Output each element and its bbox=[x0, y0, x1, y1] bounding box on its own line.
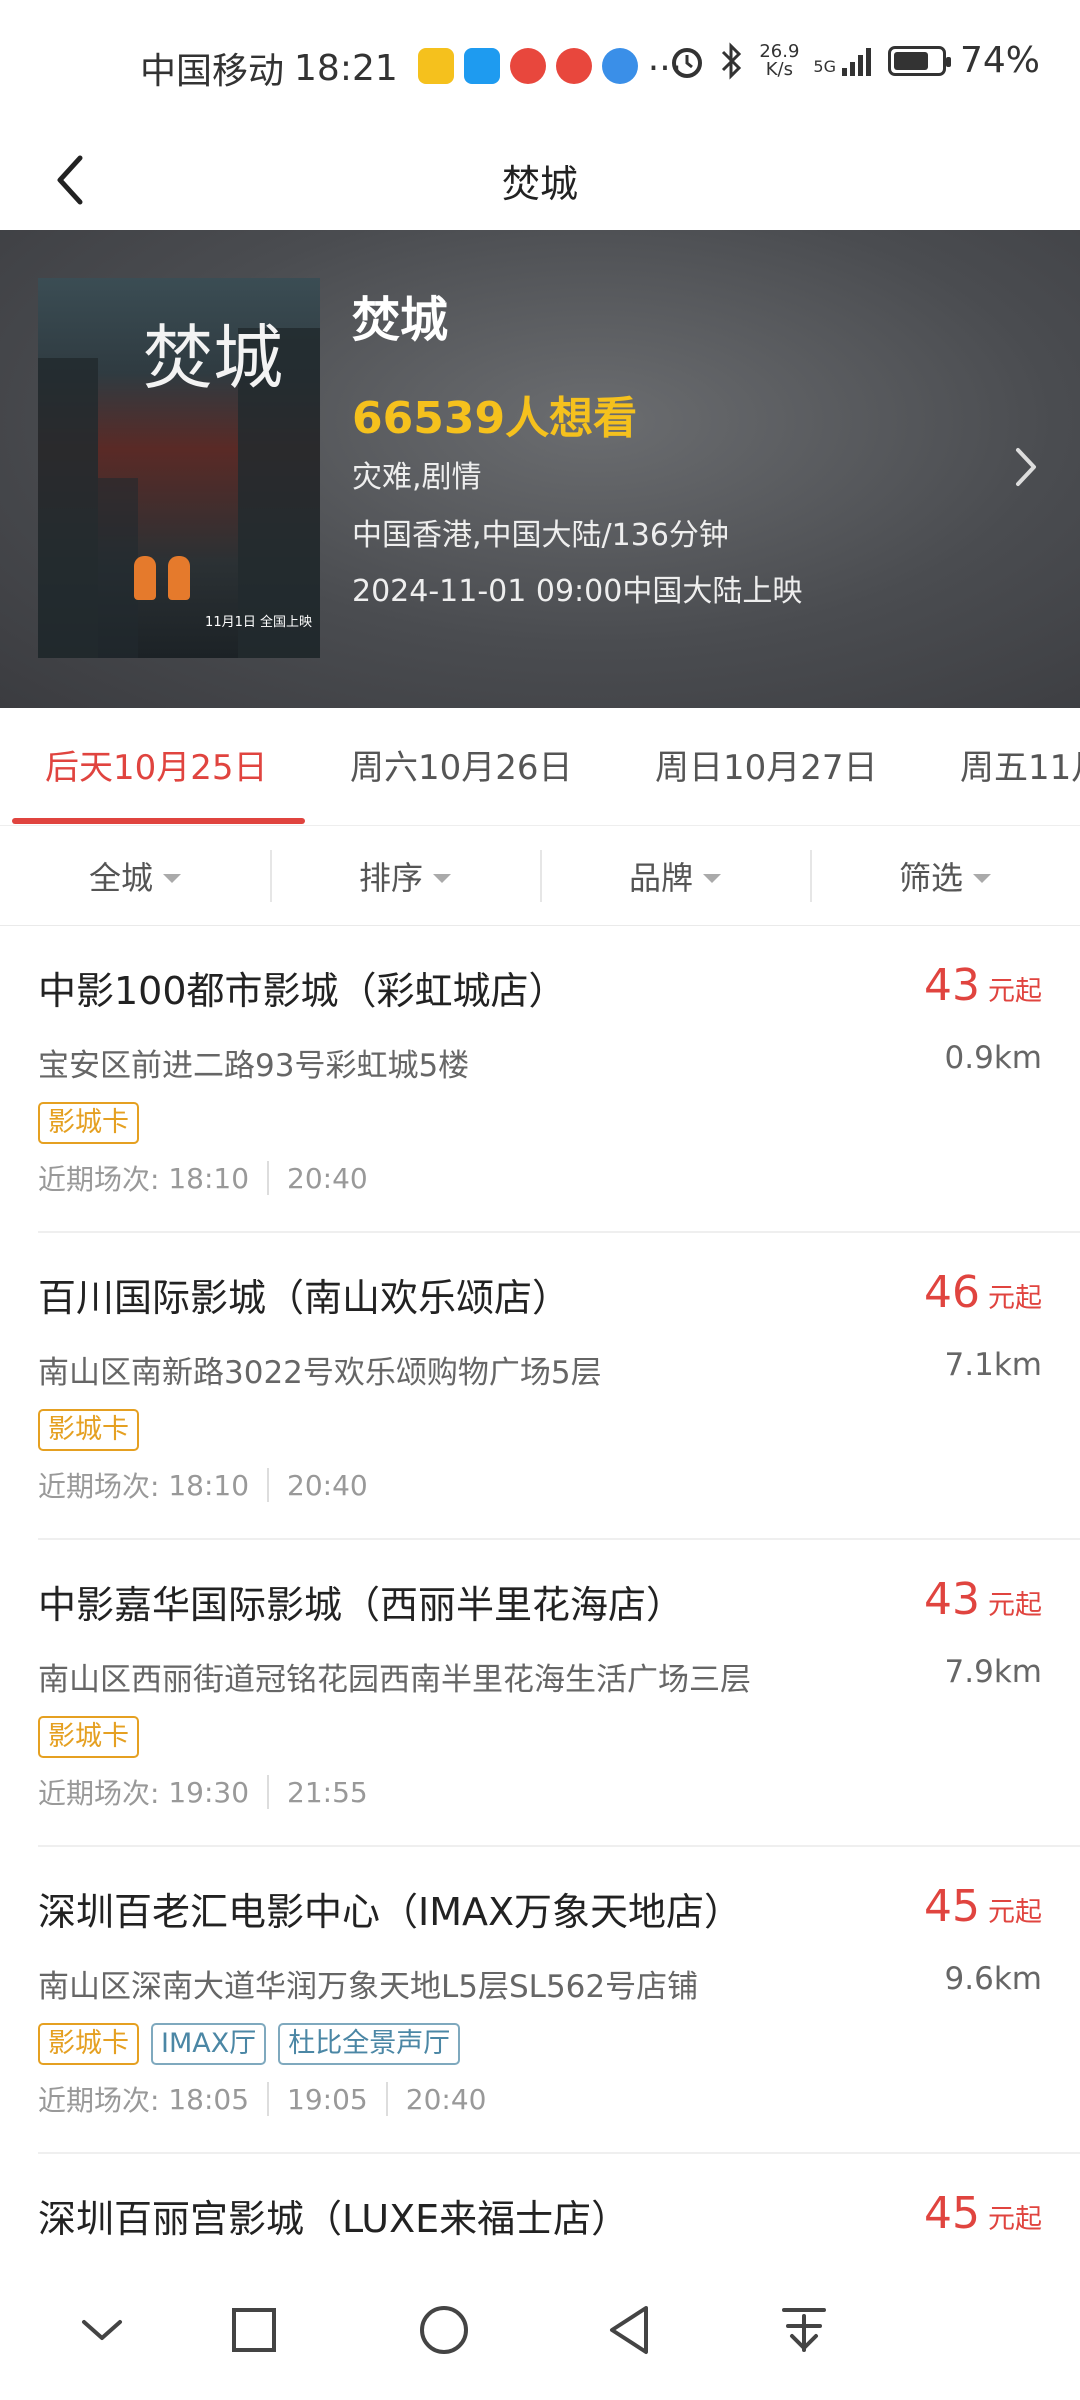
battery-percent: 74% bbox=[959, 40, 1040, 81]
cinema-address: 南山区深南大道华润万象天地L5层SL562号店铺 bbox=[38, 1969, 699, 2005]
active-tab-indicator bbox=[12, 818, 305, 824]
want-to-see-count: 66539人想看 bbox=[352, 393, 638, 444]
cinema-name: 中影嘉华国际影城（西丽半里花海店） bbox=[38, 1583, 685, 1627]
network-speed: 26.9 K/s bbox=[759, 40, 800, 80]
cinema-name: 深圳百丽宫影城（LUXE来福士店） bbox=[38, 2197, 630, 2241]
cinema-tags: 影城卡 bbox=[38, 1409, 139, 1451]
notification-icons: ··· bbox=[417, 47, 682, 89]
cinema-price: 45 元起 bbox=[924, 1881, 1042, 1932]
cinema-name: 百川国际影城（南山欢乐颂店） bbox=[38, 1276, 571, 1320]
cinema-showtimes: 近期场次: 18:10 20:40 bbox=[38, 1161, 368, 1196]
cinema-card-tag: 影城卡 bbox=[38, 2023, 139, 2065]
home-circle-icon[interactable] bbox=[414, 2300, 474, 2360]
tab-date-0[interactable]: 后天10月25日 bbox=[45, 740, 268, 789]
folder-app-icon bbox=[417, 47, 454, 84]
caret-down-icon bbox=[433, 873, 451, 883]
status-bar: 中国移动 18:21 ··· 26.9 K/s 5G 74% bbox=[0, 0, 1080, 130]
poster-title: 焚城 bbox=[143, 317, 283, 399]
battery-level bbox=[893, 51, 929, 70]
cinema-name: 中影100都市影城（彩虹城店） bbox=[38, 969, 567, 1013]
imax-hall-tag: IMAX厅 bbox=[151, 2023, 267, 2065]
cinema-showtimes: 近期场次: 19:30 21:55 bbox=[38, 1775, 368, 1810]
bluetooth-icon bbox=[722, 41, 742, 80]
cinema-name: 深圳百老汇电影中心（IMAX万象天地店） bbox=[38, 1890, 743, 1934]
search-app-icon bbox=[463, 47, 500, 84]
movie-region-duration: 中国香港,中国大陆/136分钟 bbox=[352, 518, 729, 553]
date-tabs: 后天10月25日 周六10月26日 周日10月27日 周五11月 bbox=[0, 708, 1080, 826]
weibo-icon-2 bbox=[555, 47, 592, 84]
cinema-showtimes: 近期场次: 18:05 19:05 20:40 bbox=[38, 2082, 487, 2117]
notification-pull-down-icon[interactable] bbox=[774, 2300, 834, 2360]
system-nav-bar bbox=[0, 2260, 1080, 2400]
back-arrow-icon[interactable] bbox=[40, 148, 104, 212]
recents-square-icon[interactable] bbox=[224, 2300, 284, 2360]
cinema-tags: 影城卡 IMAX厅 杜比全景声厅 bbox=[38, 2023, 461, 2065]
movie-genre: 灾难,剧情 bbox=[352, 460, 482, 495]
status-left: 中国移动 18:21 ··· bbox=[140, 42, 682, 94]
page-title: 焚城 bbox=[501, 161, 578, 206]
cinema-price: 45 元起 bbox=[924, 2188, 1042, 2239]
cinema-address: 南山区南新路3022号欢乐颂购物广场5层 bbox=[38, 1355, 602, 1391]
filter-bar: 全城 排序 品牌 筛选 bbox=[0, 826, 1080, 926]
filter-sort[interactable]: 排序 bbox=[270, 850, 540, 902]
movie-poster[interactable]: 焚城 11月1日 全国上映 bbox=[38, 278, 320, 658]
cinema-distance: 0.9km bbox=[944, 1040, 1042, 1076]
caret-down-icon bbox=[703, 873, 721, 883]
filter-brand[interactable]: 品牌 bbox=[540, 850, 810, 902]
cinema-distance: 9.6km bbox=[944, 1961, 1042, 1997]
cinema-address: 宝安区前进二路93号彩虹城5楼 bbox=[38, 1048, 470, 1084]
filter-city[interactable]: 全城 bbox=[0, 850, 270, 902]
cinema-item[interactable]: 中影嘉华国际影城（西丽半里花海店） 43 元起 南山区西丽街道冠铭花园西南半里花… bbox=[0, 1540, 1080, 1847]
cinema-price: 46 元起 bbox=[924, 1267, 1042, 1318]
movie-banner[interactable]: 焚城 11月1日 全国上映 焚城 66539人想看 灾难,剧情 中国香港,中国大… bbox=[0, 230, 1080, 708]
cinema-tags: 影城卡 bbox=[38, 1102, 139, 1144]
cinema-price: 43 元起 bbox=[924, 960, 1042, 1011]
movie-release-date: 2024-11-01 09:00中国大陆上映 bbox=[352, 574, 803, 609]
top-nav: 焚城 bbox=[0, 130, 1080, 230]
alarm-icon bbox=[672, 47, 703, 78]
movie-title: 焚城 bbox=[352, 292, 449, 348]
cinema-distance: 7.1km bbox=[944, 1347, 1042, 1383]
status-right: 26.9 K/s 5G 74% bbox=[669, 40, 1040, 81]
cinema-item[interactable]: 深圳百丽宫影城（LUXE来福士店） 45 元起 bbox=[0, 2154, 1080, 2260]
cinema-item[interactable]: 百川国际影城（南山欢乐颂店） 46 元起 南山区南新路3022号欢乐颂购物广场5… bbox=[0, 1233, 1080, 1540]
signal-type: 5G bbox=[813, 56, 836, 76]
back-triangle-icon[interactable] bbox=[600, 2300, 660, 2360]
chevron-right-icon[interactable] bbox=[1006, 442, 1046, 492]
carrier-name: 中国移动 bbox=[140, 51, 285, 92]
cinema-card-tag: 影城卡 bbox=[38, 1716, 139, 1758]
cinema-card-tag: 影城卡 bbox=[38, 1409, 139, 1451]
cinema-address: 南山区西丽街道冠铭花园西南半里花海生活广场三层 bbox=[38, 1662, 751, 1698]
battery-icon bbox=[887, 45, 951, 76]
signal-bars-icon bbox=[841, 47, 871, 76]
cinema-tags: 影城卡 bbox=[38, 1716, 139, 1758]
browser-app-icon bbox=[601, 47, 638, 84]
filter-more[interactable]: 筛选 bbox=[810, 850, 1080, 902]
dolby-atmos-hall-tag: 杜比全景声厅 bbox=[278, 2023, 461, 2065]
caret-down-icon bbox=[973, 873, 991, 883]
tab-date-3[interactable]: 周五11月 bbox=[960, 740, 1080, 789]
cinema-showtimes: 近期场次: 18:10 20:40 bbox=[38, 1468, 368, 1503]
cinema-distance: 7.9km bbox=[944, 1654, 1042, 1690]
clock: 18:21 bbox=[294, 47, 398, 89]
weibo-icon bbox=[509, 47, 546, 84]
cinema-item[interactable]: 深圳百老汇电影中心（IMAX万象天地店） 45 元起 南山区深南大道华润万象天地… bbox=[0, 1847, 1080, 2154]
cinema-card-tag: 影城卡 bbox=[38, 1102, 139, 1144]
poster-date: 11月1日 全国上映 bbox=[205, 615, 312, 630]
cinema-price: 43 元起 bbox=[924, 1574, 1042, 1625]
cinema-item[interactable]: 中影100都市影城（彩虹城店） 43 元起 宝安区前进二路93号彩虹城5楼 0.… bbox=[0, 926, 1080, 1233]
tab-date-1[interactable]: 周六10月26日 bbox=[350, 740, 573, 789]
caret-down-icon bbox=[163, 873, 181, 883]
signal-indicator: 5G bbox=[813, 46, 874, 76]
chevron-down-icon[interactable] bbox=[72, 2300, 132, 2360]
tab-date-2[interactable]: 周日10月27日 bbox=[655, 740, 878, 789]
